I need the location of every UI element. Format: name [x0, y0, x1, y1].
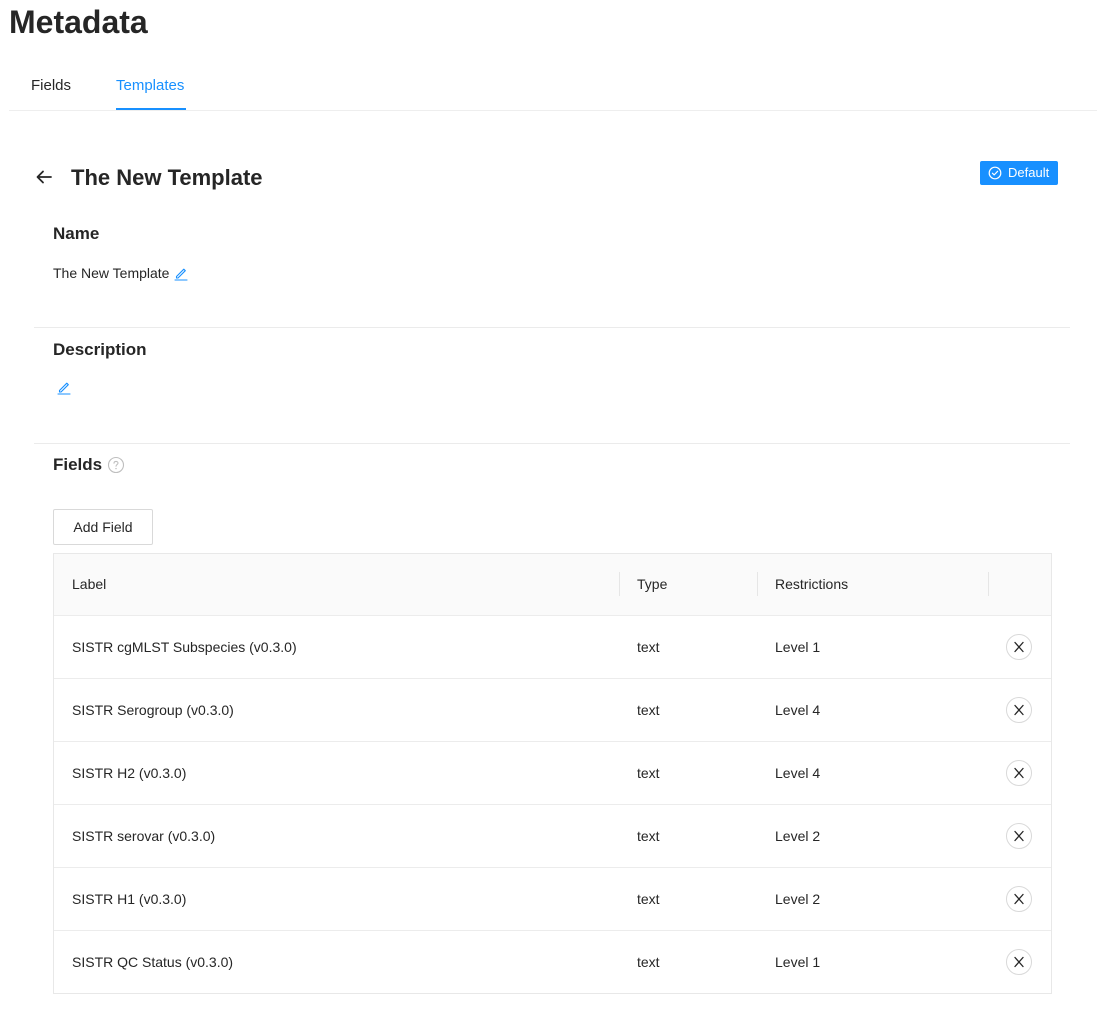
default-badge: Default [980, 161, 1059, 185]
pencil-icon [174, 268, 189, 281]
question-circle-icon [108, 456, 125, 474]
default-badge-label: Default [1008, 165, 1050, 180]
description-section-title: Description [53, 340, 147, 359]
row-label: SISTR Serogroup (v0.3.0) [72, 702, 234, 718]
table-row: SISTR H2 (v0.3.0) text Level 4 [54, 742, 1051, 805]
row-label: SISTR H1 (v0.3.0) [72, 891, 187, 907]
row-type: text [637, 828, 660, 844]
close-icon [1014, 956, 1024, 968]
add-field-button[interactable]: Add Field [53, 509, 153, 545]
row-restriction[interactable]: Level 4 [775, 700, 820, 720]
row-restriction[interactable]: Level 2 [775, 826, 820, 846]
row-type: text [637, 639, 660, 655]
row-label: SISTR serovar (v0.3.0) [72, 828, 216, 844]
remove-field-button[interactable] [1006, 760, 1032, 786]
close-icon [1014, 767, 1024, 779]
edit-name-button[interactable] [173, 265, 189, 281]
row-type: text [637, 954, 660, 970]
name-value: The New Template [53, 265, 170, 281]
row-label: SISTR cgMLST Subspecies (v0.3.0) [72, 639, 297, 655]
tab-bar: Fields Templates [9, 62, 1097, 111]
row-restriction[interactable]: Level 2 [775, 889, 820, 909]
fields-section-title: Fields [53, 454, 125, 476]
row-label: SISTR H2 (v0.3.0) [72, 765, 187, 781]
name-value-row: The New Template [53, 263, 189, 283]
column-header-label: Label [72, 576, 107, 592]
remove-field-button[interactable] [1006, 634, 1032, 660]
remove-field-button[interactable] [1006, 886, 1032, 912]
table-row: SISTR serovar (v0.3.0) text Level 2 [54, 805, 1051, 868]
column-separator [619, 572, 620, 596]
remove-field-button[interactable] [1006, 697, 1032, 723]
row-restriction[interactable]: Level 4 [775, 763, 820, 783]
table-header: Label Type Restrictions [54, 554, 1051, 616]
fields-help-button[interactable] [107, 456, 125, 474]
row-type: text [637, 702, 660, 718]
fields-section-label: Fields [53, 455, 103, 474]
name-section-title: Name [53, 224, 100, 243]
table-row: SISTR Serogroup (v0.3.0) text Level 4 [54, 679, 1051, 742]
column-header-type: Type [637, 576, 668, 592]
section-divider [34, 443, 1070, 444]
close-icon [1014, 893, 1024, 905]
row-label: SISTR QC Status (v0.3.0) [72, 954, 234, 970]
back-button[interactable] [33, 166, 55, 188]
section-divider [34, 327, 1070, 328]
template-header: The New Template Default [33, 160, 1063, 196]
column-separator [757, 572, 758, 596]
column-separator [988, 572, 989, 596]
table-row: SISTR H1 (v0.3.0) text Level 2 [54, 868, 1051, 931]
fields-table: Label Type Restrictions SISTR cgMLST Sub… [53, 553, 1052, 994]
page-title: Metadata [9, 4, 148, 40]
tab-templates[interactable]: Templates [116, 76, 184, 96]
row-type: text [637, 765, 660, 781]
row-restriction[interactable]: Level 1 [775, 637, 820, 657]
edit-description-button[interactable] [56, 379, 72, 395]
column-header-restrictions: Restrictions [775, 576, 849, 592]
active-tab-indicator [116, 108, 186, 110]
close-icon [1014, 641, 1024, 653]
close-icon [1014, 830, 1024, 842]
remove-field-button[interactable] [1006, 823, 1032, 849]
row-type: text [637, 891, 660, 907]
check-circle-icon [988, 166, 1002, 180]
template-title: The New Template [71, 165, 263, 190]
arrow-left-icon [36, 170, 52, 184]
remove-field-button[interactable] [1006, 949, 1032, 975]
pencil-icon [57, 382, 71, 395]
row-restriction[interactable]: Level 1 [775, 952, 820, 972]
table-row: SISTR QC Status (v0.3.0) text Level 1 [54, 931, 1051, 993]
close-icon [1014, 704, 1024, 716]
table-row: SISTR cgMLST Subspecies (v0.3.0) text Le… [54, 616, 1051, 679]
tab-fields[interactable]: Fields [31, 76, 71, 96]
